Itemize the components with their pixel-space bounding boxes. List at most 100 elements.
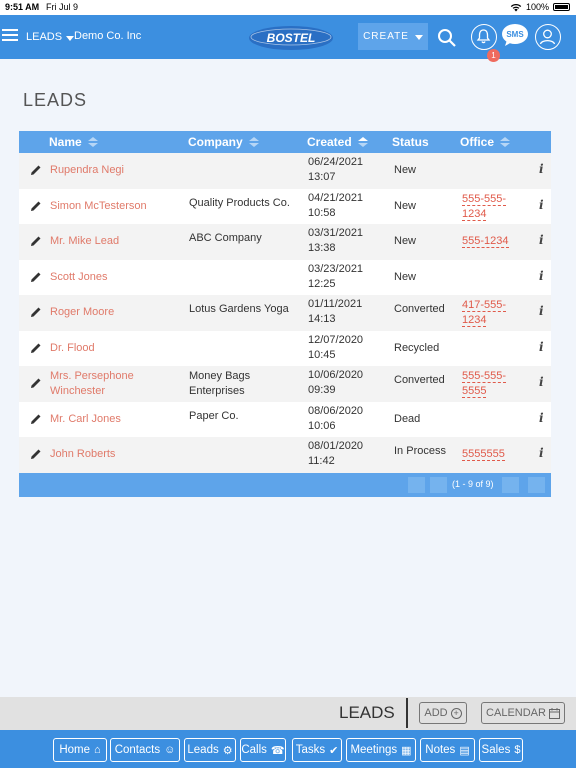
- svg-text:SMS: SMS: [506, 30, 524, 39]
- nav-leads-button[interactable]: Leads ⚙: [184, 738, 236, 762]
- edit-icon[interactable]: [30, 164, 42, 176]
- wifi-icon: [510, 3, 522, 12]
- edit-icon[interactable]: [30, 448, 42, 460]
- search-icon[interactable]: [437, 28, 457, 48]
- lead-name-link[interactable]: Mr. Mike Lead: [50, 234, 180, 249]
- status-bar: 9:51 AM Fri Jul 9 100%: [0, 0, 576, 15]
- home-icon: ⌂: [94, 744, 101, 756]
- lead-created: 06/24/2021 13:07: [308, 156, 364, 183]
- info-icon[interactable]: i: [539, 340, 544, 354]
- sms-icon[interactable]: SMS: [501, 23, 529, 47]
- check-icon: ✔: [329, 744, 339, 757]
- nav-label: Contacts: [114, 744, 161, 756]
- calendar-icon: ▦: [401, 744, 412, 757]
- col-status-header[interactable]: Status: [392, 135, 429, 149]
- lead-company: Money Bags Enterprises: [189, 370, 251, 397]
- action-bar-title: LEADS: [339, 703, 395, 722]
- edit-icon[interactable]: [30, 271, 42, 283]
- user-profile-button[interactable]: [535, 24, 561, 50]
- nav-notes-button[interactable]: Notes ▤: [420, 738, 475, 762]
- info-icon[interactable]: i: [539, 198, 544, 212]
- lead-office-phone-link[interactable]: 555-555-5555: [462, 369, 522, 399]
- lead-name-link[interactable]: John Roberts: [50, 447, 180, 462]
- module-label: LEADS: [26, 31, 63, 43]
- info-icon[interactable]: i: [539, 269, 544, 283]
- nav-home-button[interactable]: Home ⌂: [53, 738, 107, 762]
- table-row[interactable]: Simon McTesterson Quality Products Co. 04/…: [19, 188, 551, 224]
- lead-office-phone-link[interactable]: 555-1234: [462, 234, 522, 249]
- lead-company: Lotus Gardens Yoga: [189, 303, 289, 315]
- nav-meetings-button[interactable]: Meetings ▦: [346, 738, 416, 762]
- info-icon[interactable]: i: [539, 411, 544, 425]
- nav-calls-button[interactable]: Calls ☎: [240, 738, 286, 762]
- info-icon[interactable]: i: [539, 162, 544, 176]
- table-row[interactable]: Dr. Flood 12/07/2020 10:45 Recycled i: [19, 330, 551, 366]
- edit-icon[interactable]: [30, 235, 42, 247]
- lead-company: Quality Products Co.: [189, 196, 290, 209]
- person-icon: ☺: [164, 744, 176, 756]
- lead-office-phone-link[interactable]: 417-555-1234: [462, 298, 522, 328]
- lead-name-link[interactable]: Dr. Flood: [50, 341, 180, 356]
- lead-company: Paper Co.: [189, 409, 239, 422]
- edit-icon[interactable]: [30, 377, 42, 389]
- lead-created: 10/06/2020 09:39: [308, 369, 364, 396]
- app-logo[interactable]: BOSTEL: [248, 25, 334, 51]
- edit-icon[interactable]: [30, 413, 42, 425]
- table-row[interactable]: Scott Jones 03/23/2021 12:25 New i: [19, 259, 551, 295]
- edit-icon[interactable]: [30, 306, 42, 318]
- nav-sales-button[interactable]: Sales $: [479, 738, 523, 762]
- nav-label: Tasks: [295, 744, 326, 756]
- calendar-button[interactable]: CALENDAR: [481, 702, 565, 724]
- calendar-icon: [548, 707, 560, 719]
- nav-contacts-button[interactable]: Contacts ☺: [110, 738, 180, 762]
- info-icon[interactable]: i: [539, 304, 544, 318]
- lead-office-phone-link[interactable]: 5555555: [462, 447, 522, 462]
- module-dropdown[interactable]: LEADS: [26, 31, 75, 43]
- col-office-header[interactable]: Office: [460, 135, 511, 149]
- notifications-button[interactable]: [471, 24, 497, 50]
- plus-icon: +: [450, 707, 462, 719]
- create-button[interactable]: CREATE: [358, 23, 428, 50]
- lead-status: In Process: [394, 445, 446, 457]
- lead-name-link[interactable]: Mr. Carl Jones: [50, 412, 180, 427]
- sort-icon: [500, 137, 511, 147]
- svg-text:BOSTEL: BOSTEL: [267, 31, 316, 45]
- lead-office-phone-link[interactable]: 555-555-1234: [462, 192, 522, 222]
- page-title: LEADS: [23, 90, 88, 110]
- info-icon[interactable]: i: [539, 233, 544, 247]
- table-footer: (1 - 9 of 9): [19, 472, 551, 497]
- nav-label: Sales: [481, 744, 511, 756]
- nav-label: Leads: [187, 744, 219, 756]
- nav-label: Meetings: [350, 744, 398, 756]
- next-page-button[interactable]: [502, 476, 519, 493]
- info-icon[interactable]: i: [539, 446, 544, 460]
- table-row[interactable]: Mr. Carl Jones Paper Co. 08/06/2020 10:06 D…: [19, 401, 551, 437]
- lead-name-link[interactable]: Scott Jones: [50, 270, 180, 285]
- col-company-header[interactable]: Company: [188, 135, 259, 149]
- info-icon[interactable]: i: [539, 375, 544, 389]
- lead-name-link[interactable]: Mrs. Persephone Winchester: [50, 369, 180, 399]
- lead-name-link[interactable]: Simon McTesterson: [50, 199, 180, 214]
- edit-icon[interactable]: [30, 200, 42, 212]
- company-name[interactable]: Demo Co. Inc: [74, 30, 141, 42]
- lead-name-link[interactable]: Rupendra Negi: [50, 163, 180, 178]
- table-header: Name Company Created Status Office: [19, 131, 551, 153]
- nav-tasks-button[interactable]: Tasks ✔: [292, 738, 342, 762]
- last-page-button[interactable]: [528, 476, 545, 493]
- table-row[interactable]: Mr. Mike Lead ABC Company 03/31/2021 13:38…: [19, 224, 551, 260]
- add-button[interactable]: ADD +: [419, 702, 467, 724]
- pagination-info: (1 - 9 of 9): [452, 478, 494, 489]
- col-created-header[interactable]: Created: [307, 135, 368, 149]
- first-page-button[interactable]: [408, 476, 425, 493]
- table-row[interactable]: Rupendra Negi 06/24/2021 13:07 New i: [19, 153, 551, 189]
- table-row[interactable]: Mrs. Persephone Winchester Money Bags Ent…: [19, 366, 551, 402]
- menu-icon[interactable]: [2, 29, 18, 41]
- bell-icon: [476, 29, 491, 44]
- table-row[interactable]: Roger Moore Lotus Gardens Yoga 01/11/2021 …: [19, 295, 551, 331]
- table-row[interactable]: John Roberts 08/01/2020 11:42 In Process 55…: [19, 437, 551, 473]
- edit-icon[interactable]: [30, 342, 42, 354]
- lead-name-link[interactable]: Roger Moore: [50, 305, 180, 320]
- prev-page-button[interactable]: [430, 476, 447, 493]
- lead-created: 04/21/2021 10:58: [308, 191, 364, 219]
- col-name-header[interactable]: Name: [49, 135, 98, 149]
